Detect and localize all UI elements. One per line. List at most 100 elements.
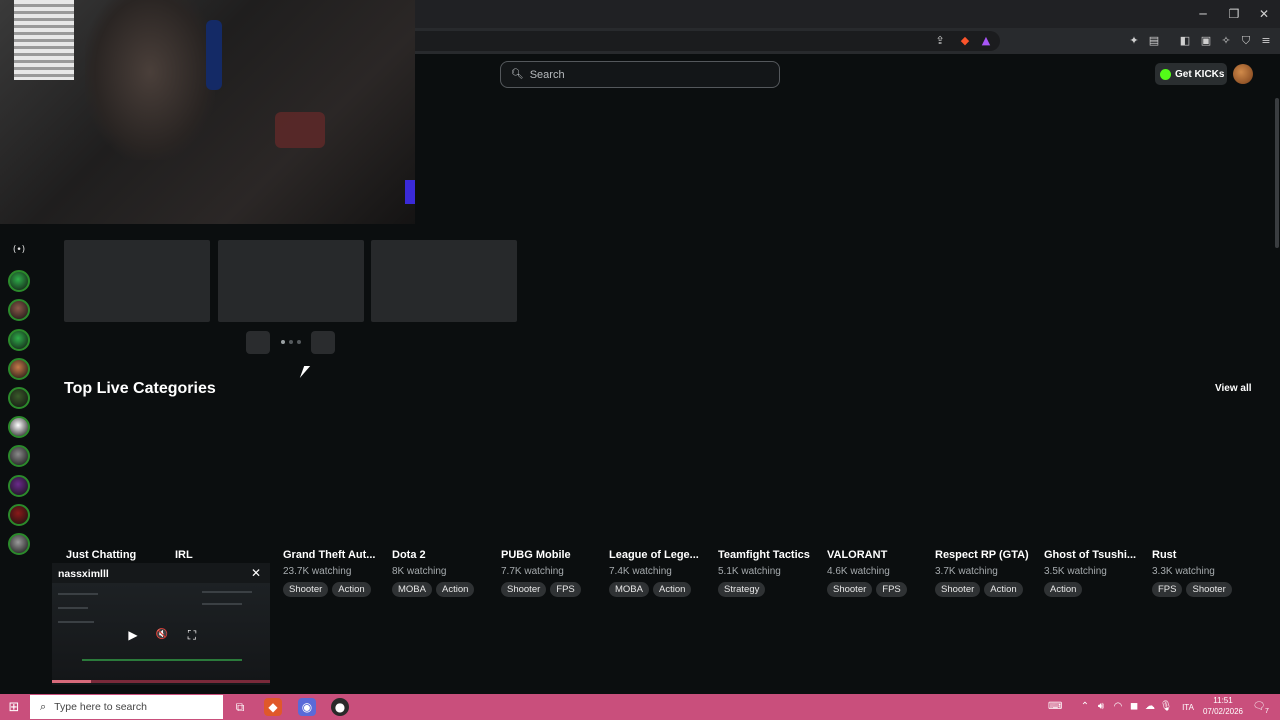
user-avatar[interactable] bbox=[1233, 64, 1253, 84]
sidebar-icon[interactable]: ◧ bbox=[1177, 33, 1193, 49]
category-card[interactable]: PUBG Mobile 7.7K watching Shooter FPS bbox=[501, 549, 605, 597]
category-tag[interactable]: Shooter bbox=[501, 582, 547, 597]
category-tag[interactable]: FPS bbox=[876, 582, 907, 597]
category-tag[interactable]: Shooter bbox=[1186, 582, 1232, 597]
taskbar-search-input[interactable]: ⌕ Type here to search bbox=[30, 695, 223, 719]
sidebar-channel-avatar[interactable] bbox=[8, 270, 30, 292]
category-tag[interactable]: MOBA bbox=[609, 582, 649, 597]
sidebar-channel-avatar[interactable] bbox=[8, 533, 30, 555]
sidebar-channel-avatar[interactable] bbox=[8, 445, 30, 467]
mini-player-channel[interactable]: nassximlll bbox=[58, 568, 109, 580]
gpu-icon[interactable]: ◼ bbox=[1127, 700, 1141, 714]
category-tag[interactable]: Action bbox=[984, 582, 1023, 597]
category-tag[interactable]: Action bbox=[332, 582, 371, 597]
category-tag[interactable]: Shooter bbox=[935, 582, 981, 597]
wallet-icon[interactable]: ▣ bbox=[1198, 33, 1214, 49]
play-icon[interactable]: ▶ bbox=[125, 627, 141, 643]
carousel-next-button[interactable] bbox=[311, 331, 335, 354]
mini-player-progress[interactable] bbox=[52, 680, 270, 683]
sidebar-channel-avatar[interactable] bbox=[8, 299, 30, 321]
language-indicator[interactable]: ITA bbox=[1178, 703, 1198, 712]
carousel-prev-button[interactable] bbox=[246, 331, 270, 354]
category-name[interactable]: IRL bbox=[175, 549, 279, 561]
keyboard-icon[interactable]: ⌨ bbox=[1048, 700, 1062, 714]
extensions-icon[interactable]: ✦ bbox=[1126, 33, 1142, 49]
featured-card[interactable] bbox=[218, 240, 364, 322]
category-card[interactable]: VALORANT 4.6K watching Shooter FPS bbox=[827, 549, 931, 597]
menu-icon[interactable]: ≡ bbox=[1258, 33, 1274, 49]
mini-player-close-icon[interactable]: ✕ bbox=[251, 566, 263, 580]
close-window-icon[interactable]: ✕ bbox=[1256, 6, 1272, 22]
category-card[interactable]: IRL bbox=[175, 549, 279, 561]
restore-icon[interactable]: ❐ bbox=[1226, 6, 1242, 22]
category-tag[interactable]: Shooter bbox=[827, 582, 873, 597]
brave-rewards-icon[interactable]: ▲ bbox=[978, 33, 994, 49]
fullscreen-icon[interactable]: ⛶ bbox=[184, 627, 200, 643]
get-kicks-button[interactable]: Get KICKs bbox=[1155, 63, 1227, 85]
url-field[interactable] bbox=[380, 31, 1000, 51]
leo-icon[interactable]: ✧ bbox=[1218, 33, 1234, 49]
category-name[interactable]: League of Lege... bbox=[609, 549, 713, 561]
microphone-icon[interactable]: 🎙︎ bbox=[1159, 700, 1173, 714]
share-icon[interactable]: ⇪ bbox=[932, 33, 948, 49]
featured-card[interactable] bbox=[64, 240, 210, 322]
sidebar-channel-avatar[interactable] bbox=[8, 504, 30, 526]
category-tag[interactable]: FPS bbox=[550, 582, 581, 597]
category-card[interactable]: League of Lege... 7.4K watching MOBA Action bbox=[609, 549, 713, 597]
category-tag[interactable]: Action bbox=[435, 582, 475, 597]
carousel-dot[interactable] bbox=[297, 340, 301, 344]
category-card[interactable]: Dota 2 8K watching MOBA Action bbox=[392, 549, 496, 597]
sidebar-channel-avatar[interactable] bbox=[8, 329, 30, 351]
clock-date[interactable]: 07/02/2026 bbox=[1200, 707, 1246, 716]
category-name[interactable]: Dota 2 bbox=[392, 549, 496, 561]
category-tag[interactable]: Shooter bbox=[283, 582, 329, 597]
windows-start-icon[interactable]: ⊞ bbox=[6, 700, 22, 716]
view-all-link[interactable]: View all bbox=[1215, 383, 1252, 394]
category-name[interactable]: Teamfight Tactics bbox=[718, 549, 822, 561]
category-name[interactable]: Grand Theft Aut... bbox=[283, 549, 387, 561]
page-scrollbar[interactable] bbox=[1274, 94, 1280, 694]
chrome-app-icon[interactable]: ◉ bbox=[298, 698, 316, 716]
category-card[interactable]: Respect RP (GTA) 3.7K watching Shooter Acti… bbox=[935, 549, 1039, 597]
sidebar-channel-avatar[interactable] bbox=[8, 416, 30, 438]
mute-icon[interactable]: 🔇 bbox=[154, 627, 170, 643]
category-name[interactable]: VALORANT bbox=[827, 549, 931, 561]
category-tag[interactable]: Action bbox=[1044, 582, 1083, 597]
category-card[interactable]: Rust 3.3K watching FPS Shooter bbox=[1152, 549, 1256, 597]
category-card[interactable]: Ghost of Tsushi... 3.5K watching Action bbox=[1044, 549, 1148, 597]
task-view-icon[interactable]: ⧉ bbox=[231, 698, 249, 716]
brave-shield-icon[interactable]: ◆ bbox=[957, 33, 973, 49]
sidebar-channel-avatar[interactable] bbox=[8, 475, 30, 497]
featured-card[interactable] bbox=[371, 240, 517, 322]
category-tag[interactable]: MOBA bbox=[392, 582, 432, 597]
minimize-icon[interactable]: ─ bbox=[1195, 6, 1211, 22]
scrollbar-thumb[interactable] bbox=[1275, 98, 1279, 248]
category-tag[interactable]: FPS bbox=[1152, 582, 1183, 597]
show-hidden-icons-icon[interactable]: ⌃ bbox=[1078, 700, 1092, 714]
reading-list-icon[interactable]: ▤ bbox=[1146, 33, 1162, 49]
category-card[interactable]: Grand Theft Aut... 23.7K watching Shooter A… bbox=[283, 549, 387, 597]
clock-time[interactable]: 11:51 bbox=[1200, 696, 1246, 705]
sidebar-channel-avatar[interactable] bbox=[8, 358, 30, 380]
webcam-overlay bbox=[0, 0, 415, 224]
category-name[interactable]: Rust bbox=[1152, 549, 1256, 561]
network-icon[interactable]: ◠ bbox=[1111, 700, 1125, 714]
category-name[interactable]: PUBG Mobile bbox=[501, 549, 605, 561]
vpn-icon[interactable]: ⛉ bbox=[1238, 33, 1254, 49]
category-name[interactable]: Just Chatting bbox=[66, 549, 170, 561]
search-input[interactable]: 🔍︎ Search bbox=[500, 61, 780, 88]
category-tag[interactable]: Strategy bbox=[718, 582, 766, 597]
carousel-dot[interactable] bbox=[281, 340, 285, 344]
category-name[interactable]: Ghost of Tsushi... bbox=[1044, 549, 1148, 561]
obs-app-icon[interactable]: ● bbox=[331, 698, 349, 716]
mini-player[interactable] bbox=[52, 563, 270, 685]
brave-browser-icon[interactable]: ◆ bbox=[264, 698, 282, 716]
cloud-icon[interactable]: ☁ bbox=[1143, 700, 1157, 714]
category-card[interactable]: Just Chatting bbox=[66, 549, 170, 561]
category-card[interactable]: Teamfight Tactics 5.1K watching Strategy bbox=[718, 549, 822, 597]
category-tag[interactable]: Action bbox=[652, 582, 692, 597]
sidebar-channel-avatar[interactable] bbox=[8, 387, 30, 409]
category-name[interactable]: Respect RP (GTA) bbox=[935, 549, 1039, 561]
volume-icon[interactable]: 🔊︎ bbox=[1094, 700, 1108, 714]
carousel-dot[interactable] bbox=[289, 340, 293, 344]
